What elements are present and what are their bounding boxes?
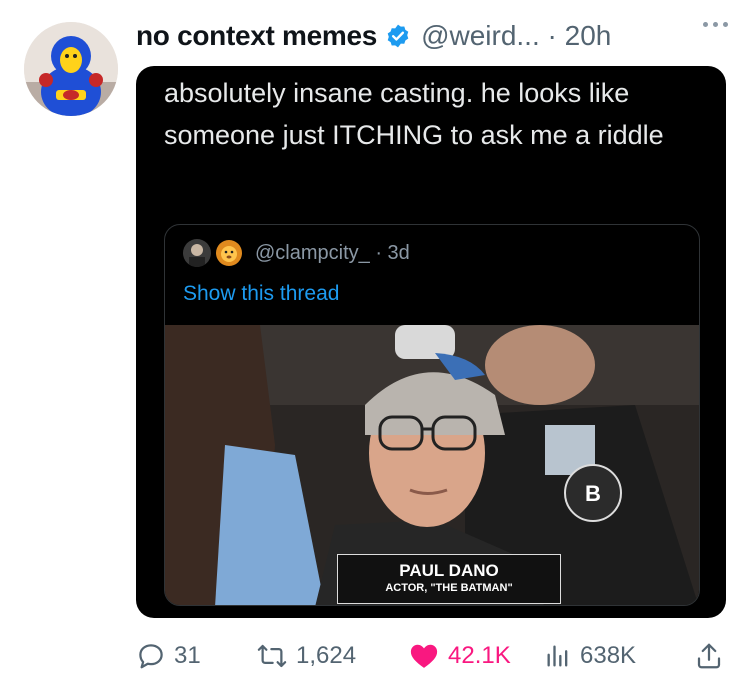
profile-avatar[interactable] — [24, 22, 118, 116]
views-icon — [547, 645, 568, 667]
verified-badge-icon — [387, 24, 409, 48]
more-icon[interactable] — [703, 22, 728, 27]
views-button[interactable]: 638K — [544, 641, 636, 671]
caption-role: ACTOR, "THE BATMAN" — [385, 582, 513, 594]
lion-emoji-icon — [215, 239, 243, 267]
retweet-icon — [257, 644, 287, 668]
heart-icon — [410, 644, 438, 668]
quoted-handle-time[interactable]: @clampcity_ · 3d — [255, 242, 410, 265]
handle-and-time[interactable]: @weird... · 20h — [421, 20, 611, 52]
share-icon — [697, 643, 721, 669]
retweet-button[interactable]: 1,624 — [256, 641, 356, 671]
display-name[interactable]: no context memes — [136, 20, 377, 52]
like-count: 42.1K — [448, 642, 511, 669]
share-button[interactable] — [694, 641, 732, 671]
show-thread-link[interactable]: Show this thread — [183, 282, 339, 306]
svg-text:B: B — [585, 481, 601, 506]
views-count: 638K — [580, 642, 637, 669]
retweet-count: 1,624 — [296, 642, 357, 669]
quoted-tweet[interactable]: @clampcity_ · 3d Show this thread B PAUL… — [164, 224, 700, 606]
name-caption: PAUL DANO ACTOR, "THE BATMAN" — [337, 554, 561, 604]
reply-button[interactable]: 31 — [136, 641, 201, 671]
tweet-text: absolutely insane casting. he looks like… — [164, 78, 664, 150]
reply-count: 31 — [174, 642, 201, 669]
action-bar: 31 1,624 42.1K 638K — [136, 636, 726, 676]
quoted-avatar — [183, 239, 211, 267]
like-button[interactable]: 42.1K — [408, 641, 511, 671]
reply-icon — [139, 644, 163, 669]
caption-name: PAUL DANO — [399, 561, 499, 580]
tweet-media-card: absolutely insane casting. he looks like… — [136, 66, 726, 618]
